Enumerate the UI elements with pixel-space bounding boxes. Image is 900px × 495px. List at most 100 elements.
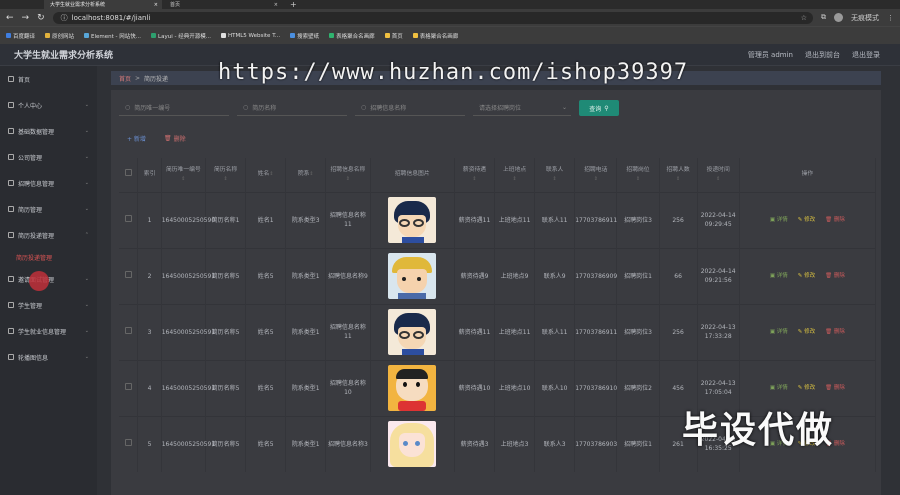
row-select[interactable] xyxy=(119,247,139,304)
url-text: localhost:8081/#/jianli xyxy=(71,13,151,22)
sort-icon[interactable]: ⇕ xyxy=(472,176,476,182)
col-header[interactable]: 招聘人数 ⇕ xyxy=(659,158,698,192)
close-icon[interactable]: × xyxy=(274,2,278,8)
col-header[interactable]: 招聘电话 ⇕ xyxy=(574,158,618,192)
cell-index: 4 xyxy=(137,359,162,416)
new-tab-button[interactable]: + xyxy=(284,0,303,9)
checkbox[interactable] xyxy=(124,271,132,278)
view-button[interactable]: ▣ 详情 xyxy=(770,272,788,281)
menu-icon[interactable]: ⋮ xyxy=(887,14,894,22)
col-header[interactable]: 投递时间 ⇕ xyxy=(697,158,740,192)
bookmark[interactable]: Layui - 经典开源模... xyxy=(151,32,211,40)
forward-arrow-icon[interactable]: → xyxy=(22,13,30,23)
col-header[interactable]: 薪资待遇 ⇕ xyxy=(454,158,496,192)
sort-icon[interactable]: ⇕ xyxy=(716,176,720,182)
select-all[interactable] xyxy=(119,158,139,192)
bookmark[interactable]: 首页 xyxy=(384,32,403,40)
bookmark[interactable]: HTML5 Website T... xyxy=(220,33,280,39)
query-button[interactable]: 查询 ⚲ xyxy=(579,100,619,116)
sort-icon[interactable]: ⇕ xyxy=(223,176,227,182)
recruit-post-select[interactable]: 请选择招聘岗位 ⌄ xyxy=(473,100,571,116)
back-to-front-link[interactable]: 退出到前台 xyxy=(805,50,840,60)
bookmark[interactable]: 表格聚合名画廊 xyxy=(412,32,458,40)
sidebar-item-carousel[interactable]: 轮播图信息 ⌄ xyxy=(0,344,97,370)
col-header[interactable]: 招聘信息名称 ⇕ xyxy=(325,158,371,192)
sidebar-item-delivery[interactable]: 简历投递管理 ⌃ xyxy=(0,222,97,248)
sort-icon[interactable]: ⇕ xyxy=(269,171,273,177)
edit-button[interactable]: ✎ 修改 xyxy=(798,216,815,225)
col-header[interactable]: 招聘岗位 ⇕ xyxy=(616,158,660,192)
avatar[interactable] xyxy=(834,13,843,22)
bookmark[interactable]: 表格聚合名画廊 xyxy=(329,32,375,40)
bookmark[interactable]: Element - 网站快... xyxy=(84,32,141,40)
view-button[interactable]: ▣ 详情 xyxy=(770,384,788,393)
close-icon[interactable]: × xyxy=(154,2,158,8)
cell-resume-name: 简历名称5 xyxy=(205,303,247,360)
browser-tab[interactable]: 首页 × xyxy=(164,0,282,9)
row-delete-button[interactable]: 🗑 删除 xyxy=(825,384,845,393)
table-row: 2 16450005250591 简历名称5 姓名5 院系类型1 招聘信息名称9 薪资待遇9… xyxy=(119,247,877,304)
sidebar-item-company[interactable]: 公司管理 ⌄ xyxy=(0,144,97,170)
row-delete-button[interactable]: 🗑 删除 xyxy=(825,328,845,337)
row-select[interactable] xyxy=(119,359,139,416)
sort-icon[interactable]: ⇕ xyxy=(309,171,313,177)
logout-link[interactable]: 退出登录 xyxy=(852,50,880,60)
cell-salary: 薪资待遇3 xyxy=(454,415,496,472)
cell-dept: 院系类型3 xyxy=(285,191,327,248)
view-button[interactable]: ▣ 详情 xyxy=(770,328,788,337)
col-header[interactable]: 姓名⇕ xyxy=(245,158,287,192)
chevron-down-icon: ⌄ xyxy=(84,206,89,212)
resume-no-input[interactable]: ○ 简历唯一编号 xyxy=(119,100,229,116)
row-select[interactable] xyxy=(119,415,139,472)
col-header[interactable]: 简历名称 ⇕ xyxy=(205,158,247,192)
sidebar-item-student[interactable]: 学生管理 ⌄ xyxy=(0,292,97,318)
col-header[interactable]: 简历唯一编号 ⇕ xyxy=(161,158,207,192)
checkbox[interactable] xyxy=(124,439,132,447)
info-icon: ⓘ xyxy=(60,13,68,22)
edit-button[interactable]: ✎ 修改 xyxy=(798,328,815,337)
sort-icon[interactable]: ⇕ xyxy=(636,176,640,182)
browser-tab-active[interactable]: 大学生就业需求分析系统 × xyxy=(44,0,162,9)
checkbox[interactable] xyxy=(124,169,132,177)
back-arrow-icon[interactable]: ← xyxy=(6,13,14,23)
breadcrumb-home[interactable]: 首页 xyxy=(119,74,131,83)
sidebar-item-resume[interactable]: 简历管理 ⌄ xyxy=(0,196,97,222)
sort-icon[interactable]: ⇕ xyxy=(181,176,185,182)
checkbox[interactable] xyxy=(124,215,132,222)
resume-name-input[interactable]: ○ 简历名称 xyxy=(237,100,347,116)
cell-name: 姓名1 xyxy=(245,191,287,248)
checkbox[interactable] xyxy=(124,327,132,334)
sort-icon[interactable]: ⇕ xyxy=(553,176,557,182)
col-header[interactable]: 上班地点 ⇕ xyxy=(494,158,536,192)
star-icon[interactable]: ☆ xyxy=(801,14,807,22)
row-select[interactable] xyxy=(119,191,139,248)
view-button[interactable]: ▣ 详情 xyxy=(770,216,788,225)
extensions-icon[interactable]: ⧉ xyxy=(821,13,826,22)
edit-button[interactable]: ✎ 修改 xyxy=(798,272,815,281)
sidebar-subitem-delivery[interactable]: 简历投递管理 xyxy=(0,248,97,266)
sort-icon[interactable]: ⇕ xyxy=(512,176,516,182)
recruit-name-input[interactable]: ○ 招聘信息名称 xyxy=(355,100,465,116)
bookmark[interactable]: 搜索壁纸 xyxy=(290,32,319,40)
reload-icon[interactable]: ↻ xyxy=(37,13,45,23)
col-header[interactable]: 联系人 ⇕ xyxy=(534,158,576,192)
sidebar-item-base-data[interactable]: 基础数据管理 ⌄ xyxy=(0,118,97,144)
checkbox[interactable] xyxy=(124,383,132,390)
col-header[interactable]: 院系⇕ xyxy=(285,158,327,192)
row-delete-button[interactable]: 🗑 删除 xyxy=(825,216,845,225)
sidebar-item-profile[interactable]: 个人中心 ⌄ xyxy=(0,92,97,118)
sidebar-item-recruit[interactable]: 招聘信息管理 ⌄ xyxy=(0,170,97,196)
row-select[interactable] xyxy=(119,303,139,360)
url-bar[interactable]: ⓘ localhost:8081/#/jianli ☆ xyxy=(52,11,813,24)
bookmark[interactable]: 原创网站 xyxy=(45,32,74,40)
delete-button[interactable]: 🗑 删除 xyxy=(164,134,186,143)
sidebar-item-employment[interactable]: 学生就业信息管理 ⌄ xyxy=(0,318,97,344)
add-button[interactable]: + 新增 xyxy=(127,134,146,143)
sort-icon[interactable]: ⇕ xyxy=(594,176,598,182)
sort-icon[interactable]: ⇕ xyxy=(676,176,680,182)
sort-icon[interactable]: ⇕ xyxy=(346,176,350,182)
bookmark[interactable]: 百度翻译 xyxy=(6,32,35,40)
row-delete-button[interactable]: 🗑 删除 xyxy=(825,272,845,281)
edit-button[interactable]: ✎ 修改 xyxy=(798,384,815,393)
sidebar-item-home[interactable]: 首页 xyxy=(0,66,97,92)
